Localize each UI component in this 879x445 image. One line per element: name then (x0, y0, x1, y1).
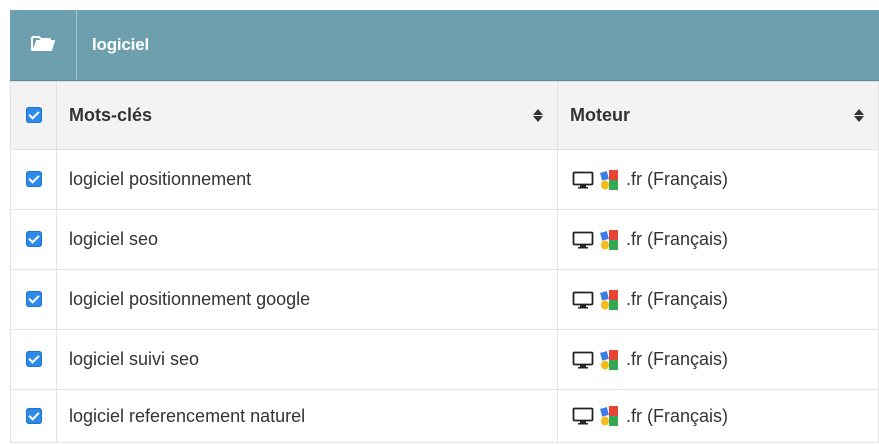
table-row[interactable]: logiciel seo .fr (Français) (10, 209, 879, 270)
keyword-cell: logiciel seo (56, 209, 558, 270)
column-header-keywords[interactable]: Mots-clés (56, 81, 558, 150)
keyword-cell: logiciel referencement naturel (56, 389, 558, 443)
desktop-monitor-icon (572, 171, 594, 189)
engine-cell: .fr (Français) (557, 149, 879, 210)
table-row[interactable]: logiciel positionnement google .fr (Fran… (10, 269, 879, 330)
row-select-cell (10, 329, 57, 390)
sort-icon[interactable] (854, 109, 864, 122)
engine-cell: .fr (Français) (557, 329, 879, 390)
desktop-monitor-icon (572, 231, 594, 249)
google-logo-icon (600, 169, 620, 191)
desktop-monitor-icon (572, 291, 594, 309)
engine-label: .fr (Français) (626, 169, 729, 189)
table-row[interactable]: logiciel referencement naturel .fr (Fran… (10, 389, 879, 443)
row-checkbox[interactable] (25, 291, 42, 308)
engine-label: .fr (Français) (626, 349, 729, 369)
group-title[interactable]: logiciel (77, 10, 149, 80)
keyword-cell: logiciel suivi seo (56, 329, 558, 390)
row-checkbox[interactable] (25, 171, 42, 188)
row-select-cell (10, 149, 57, 210)
google-logo-icon (600, 349, 620, 371)
engine-cell: .fr (Français) (557, 269, 879, 330)
select-all-cell (10, 81, 57, 150)
folder-toggle[interactable] (10, 10, 77, 80)
engine-cell: .fr (Français) (557, 209, 879, 270)
google-logo-icon (600, 289, 620, 311)
engine-cell: .fr (Français) (557, 389, 879, 443)
desktop-monitor-icon (572, 407, 594, 425)
row-checkbox[interactable] (25, 407, 42, 424)
google-logo-icon (600, 229, 620, 251)
column-header-keywords-label: Mots-clés (69, 105, 153, 125)
table-row[interactable]: logiciel suivi seo .fr (Français) (10, 329, 879, 390)
engine-label: .fr (Français) (626, 405, 729, 426)
column-header-engine[interactable]: Moteur (557, 81, 879, 150)
row-select-cell (10, 209, 57, 270)
engine-label: .fr (Français) (626, 289, 729, 309)
column-header-engine-label: Moteur (570, 105, 630, 125)
table-header-row: Mots-clés Moteur (10, 81, 879, 150)
row-select-cell (10, 269, 57, 330)
google-logo-icon (600, 405, 620, 427)
table-row[interactable]: logiciel positionnement .fr (Français) (10, 149, 879, 210)
keyword-cell: logiciel positionnement google (56, 269, 558, 330)
row-checkbox[interactable] (25, 231, 42, 248)
row-checkbox[interactable] (25, 351, 42, 368)
keywords-table: Mots-clés Moteur logiciel positionnement (10, 81, 879, 443)
engine-label: .fr (Français) (626, 229, 729, 249)
group-header: logiciel (10, 10, 879, 81)
keyword-cell: logiciel positionnement (56, 149, 558, 210)
sort-icon[interactable] (533, 109, 543, 122)
keyword-table-panel: logiciel Mots-clés Moteur logiciel posit… (10, 10, 879, 443)
folder-open-icon (30, 33, 56, 58)
desktop-monitor-icon (572, 351, 594, 369)
select-all-checkbox[interactable] (25, 107, 42, 124)
row-select-cell (10, 389, 57, 443)
